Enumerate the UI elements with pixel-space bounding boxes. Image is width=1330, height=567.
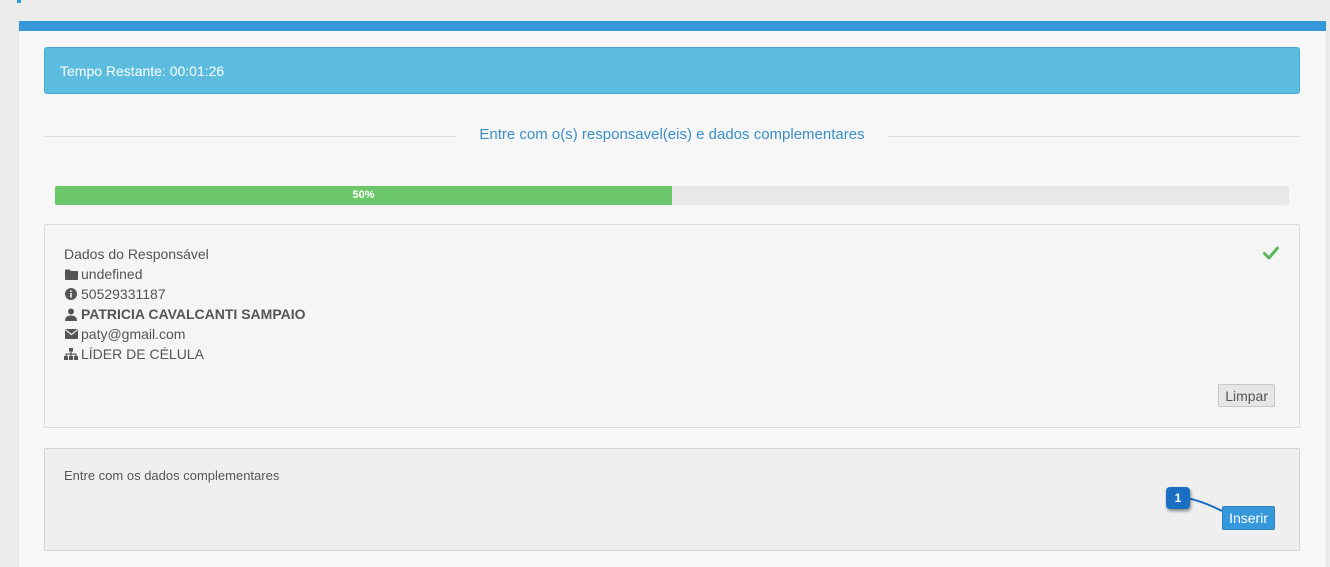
folder-value: undefined [81, 266, 143, 282]
responsavel-card: Dados do Responsável undefined 505293311… [44, 224, 1300, 428]
annotation-connector [1186, 497, 1223, 512]
complementares-prompt: Entre com os dados complementares [64, 468, 280, 483]
left-marker [17, 0, 21, 3]
timer-alert: Tempo Restante: 00:01:26 [44, 47, 1300, 94]
progress-bar: 50% [55, 186, 1289, 205]
info-circle-icon [64, 287, 78, 301]
page: Tempo Restante: 00:01:26 Entre com o(s) … [0, 0, 1330, 567]
name-value: PATRICIA CAVALCANTI SAMPAIO [81, 306, 306, 322]
folder-icon [64, 267, 78, 281]
main-panel: Tempo Restante: 00:01:26 Entre com o(s) … [18, 21, 1327, 567]
section-divider: Entre com o(s) responsavel(eis) e dados … [44, 124, 1300, 148]
user-icon [64, 307, 78, 321]
responsavel-heading-text: Dados do Responsável [64, 246, 209, 262]
email-value: paty@gmail.com [81, 326, 186, 342]
clear-button[interactable]: Limpar [1218, 384, 1275, 407]
insert-button[interactable]: Inserir [1222, 506, 1275, 530]
role-value: LÍDER DE CÉLULA [81, 346, 204, 362]
step-badge: 1 [1166, 487, 1190, 509]
role-line: LÍDER DE CÉLULA [64, 344, 306, 364]
responsavel-heading: Dados do Responsável [64, 244, 306, 264]
responsavel-details: Dados do Responsável undefined 505293311… [64, 244, 306, 364]
document-line: 50529331187 [64, 284, 306, 304]
email-line: paty@gmail.com [64, 324, 306, 344]
envelope-icon [64, 327, 78, 341]
name-line: PATRICIA CAVALCANTI SAMPAIO [64, 304, 306, 324]
folder-line: undefined [64, 264, 306, 284]
progress-fill: 50% [55, 186, 672, 205]
complementares-card: Entre com os dados complementares Inseri… [44, 448, 1300, 551]
sitemap-icon [64, 347, 78, 361]
section-title: Entre com o(s) responsavel(eis) e dados … [479, 126, 865, 143]
panel-top-bar [19, 21, 1326, 31]
document-value: 50529331187 [81, 286, 166, 302]
check-icon [1263, 246, 1279, 262]
